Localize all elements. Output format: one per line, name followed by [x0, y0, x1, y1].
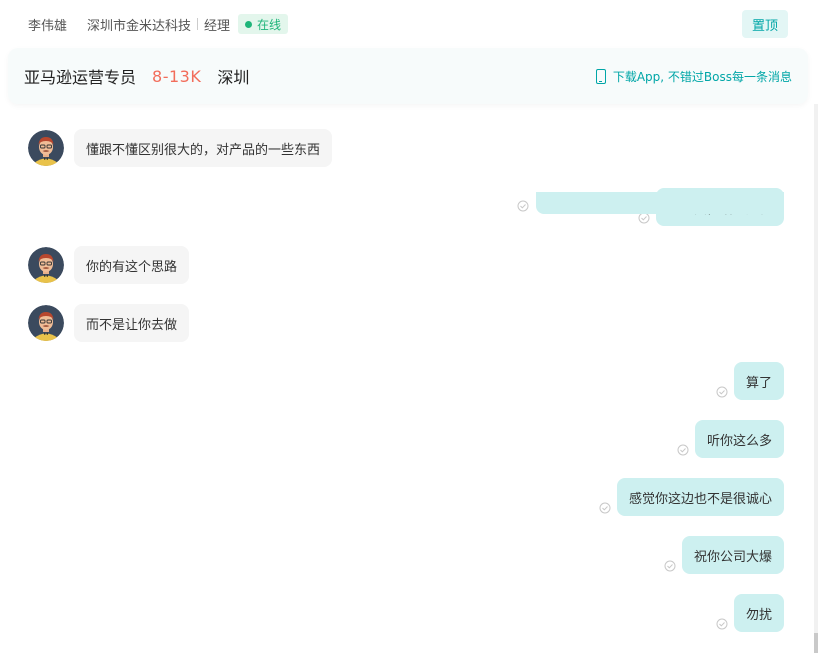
outgoing-message: 祝你公司大爆 — [664, 536, 784, 574]
job-title: 亚马逊运营专员 — [24, 68, 137, 87]
download-app-text: 下载App, 不错过Boss每一条消息 — [612, 69, 792, 84]
message-bubble[interactable]: 你的有这个思路 — [74, 246, 190, 284]
message-bubble[interactable]: 算了 — [733, 362, 784, 400]
online-status-badge: 在线 — [238, 14, 289, 34]
read-check-icon — [716, 618, 728, 630]
incoming-message: 而不是让你去做 — [28, 304, 190, 342]
message-bubble[interactable]: 感觉你这边也不是很诚心 — [616, 478, 784, 516]
outgoing-message: 算了 — [716, 362, 784, 400]
outgoing-message: 勿扰 — [716, 594, 784, 632]
contact-avatar[interactable] — [28, 247, 64, 283]
divider — [197, 18, 199, 30]
message-bubble[interactable]: 而不是让你去做 — [74, 304, 190, 342]
read-check-icon — [677, 444, 689, 456]
job-salary: 8-13K — [152, 66, 202, 86]
message-bubble[interactable]: 听你这么多 — [694, 420, 784, 458]
read-check-icon — [599, 502, 611, 514]
incoming-message: 你的有这个思路 — [28, 246, 190, 284]
outgoing-message: 听你这么多 — [677, 420, 784, 458]
outgoing-message: 感觉你这边也不是很诚心 — [599, 478, 784, 516]
pin-button[interactable]: 置顶 — [741, 10, 788, 38]
company-name: 深圳市金米达科技 — [87, 18, 192, 34]
contact-title: 经理 — [204, 18, 231, 34]
read-check-icon — [664, 560, 676, 572]
download-app-link[interactable]: 下载App, 不错过Boss每一条消息 — [595, 48, 792, 104]
partial-message-bubble — [536, 192, 784, 214]
message-bubble[interactable]: 祝你公司大爆 — [681, 536, 784, 574]
online-status-label: 在线 — [257, 17, 282, 32]
message-bubble[interactable]: 勿扰 — [733, 594, 784, 632]
contact-name[interactable]: 李伟雄 — [28, 15, 67, 34]
incoming-message: 懂跟不懂区别很大的，对产品的一些东西 — [28, 129, 333, 167]
job-city: 深圳 — [217, 68, 250, 87]
scrollbar-thumb[interactable] — [814, 633, 818, 653]
chat-window: 李伟雄 深圳市金米达科技 经理 在线 置顶 亚马逊运营专员 8-13K 深圳 下… — [0, 0, 818, 653]
online-dot-icon — [245, 20, 253, 28]
contact-avatar[interactable] — [28, 305, 64, 341]
message-bubble[interactable]: 懂跟不懂区别很大的，对产品的一些东西 — [74, 129, 333, 167]
read-check-icon — [716, 386, 728, 398]
read-check-icon — [517, 200, 529, 212]
contact-avatar[interactable] — [28, 130, 64, 166]
phone-icon — [595, 68, 606, 84]
message-list[interactable]: 懂跟不懂区别很大的，对产品的一些东西扣扣图，啥的还行你的有这个思路而不是让你去做… — [0, 104, 818, 653]
chat-header: 李伟雄 深圳市金米达科技 经理 在线 置顶 — [0, 0, 818, 48]
job-card[interactable]: 亚马逊运营专员 8-13K 深圳 下载App, 不错过Boss每一条消息 — [8, 48, 808, 104]
scrollbar[interactable] — [814, 104, 818, 653]
